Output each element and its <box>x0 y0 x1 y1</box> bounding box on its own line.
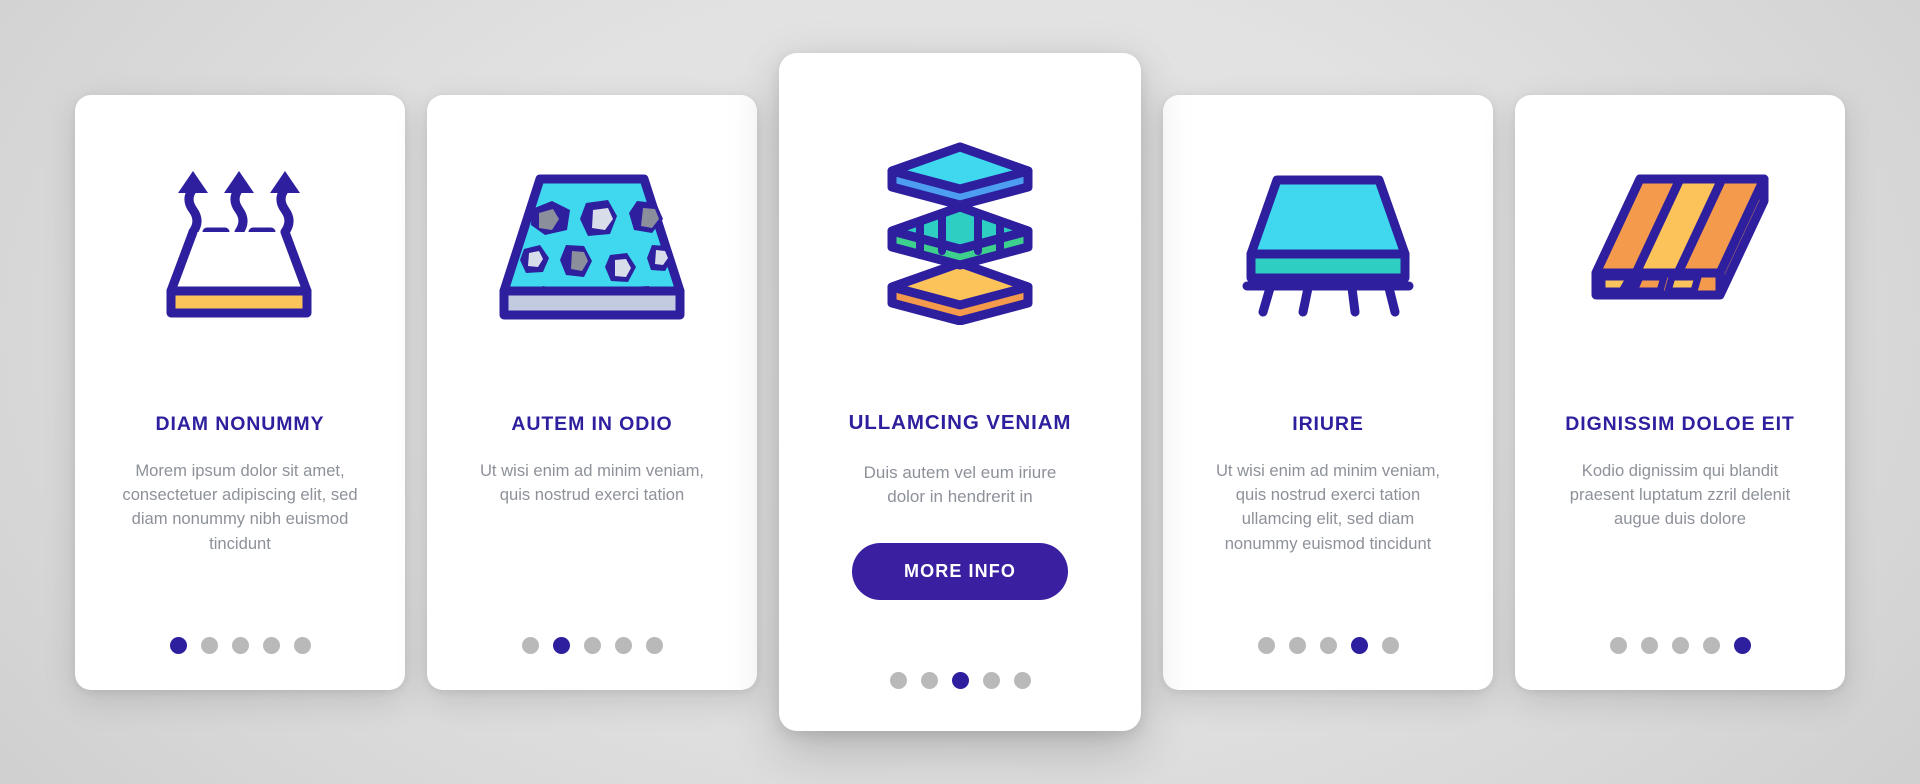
pagination-dot-2-active[interactable] <box>552 636 570 654</box>
card-body-text: Morem ipsum dolor sit amet, consectetuer… <box>122 460 358 553</box>
pagination-dot-3[interactable] <box>583 636 601 654</box>
terrazzo-slab-icon <box>499 174 685 319</box>
pagination-dot-5[interactable] <box>1381 636 1399 654</box>
pagination-dot-2[interactable] <box>1288 636 1306 654</box>
pagination-dot-1-active[interactable] <box>169 636 187 654</box>
card-body-text: Ut wisi enim ad minim veniam, quis nostr… <box>1215 460 1441 553</box>
card-title: ULLAMCING VENIAM <box>848 411 1072 434</box>
card-title: IRIURE <box>1292 412 1364 435</box>
pagination-dot-4-active[interactable] <box>1350 636 1368 654</box>
onboarding-card-1[interactable]: DIAM NONUMMY Morem ipsum dolor sit amet, … <box>75 94 405 690</box>
pagination-dot-1[interactable] <box>521 636 539 654</box>
pagination-dot-5[interactable] <box>293 636 311 654</box>
pagination-dot-3[interactable] <box>1319 636 1337 654</box>
onboarding-card-2[interactable]: AUTEM IN ODIO Ut wisi enim ad minim venia… <box>427 94 757 690</box>
more-info-button[interactable]: MORE INFO <box>852 543 1068 601</box>
layered-stack-icon <box>887 142 1033 325</box>
card-body-text: Ut wisi enim ad minim veniam, quis nostr… <box>479 460 705 505</box>
card-illustration-2 <box>427 151 757 341</box>
pagination-dots <box>1163 636 1493 654</box>
card-illustration-4 <box>1163 151 1493 341</box>
onboarding-card-3[interactable]: ULLAMCING VENIAM Duis autem vel eum iriur… <box>779 53 1141 731</box>
card-body-text: Kodio dignissim qui blandit praesent lup… <box>1569 460 1791 529</box>
pagination-dot-2[interactable] <box>1640 636 1658 654</box>
pagination-dot-1[interactable] <box>889 672 907 689</box>
pagination-dot-3[interactable] <box>1671 636 1689 654</box>
onboarding-card-carousel: DIAM NONUMMY Morem ipsum dolor sit amet, … <box>0 0 1920 784</box>
pagination-dot-2[interactable] <box>200 636 218 654</box>
pagination-dots <box>427 636 757 654</box>
pagination-dot-5[interactable] <box>1013 672 1031 689</box>
pagination-dots <box>75 636 405 654</box>
pagination-dot-1[interactable] <box>1257 636 1275 654</box>
pagination-dots <box>1515 636 1845 654</box>
card-illustration-1 <box>75 151 405 341</box>
onboarding-card-5[interactable]: DIGNISSIM DOLOE EIT Kodio dignissim qui b… <box>1515 94 1845 690</box>
card-title: DIAM NONUMMY <box>155 412 325 435</box>
card-body-text: Duis autem vel eum iriure dolor in hendr… <box>863 462 1057 507</box>
pagination-dot-4[interactable] <box>262 636 280 654</box>
card-title: AUTEM IN ODIO <box>511 412 673 435</box>
card-title: DIGNISSIM DOLOE EIT <box>1565 412 1795 435</box>
reinforced-slab-icon <box>1242 175 1414 316</box>
pagination-dot-4[interactable] <box>1702 636 1720 654</box>
pagination-dots <box>779 672 1141 689</box>
breathable-slab-icon <box>166 171 312 318</box>
pagination-dot-4[interactable] <box>982 672 1000 689</box>
wood-plank-floor-icon <box>1591 174 1769 299</box>
card-illustration-3 <box>779 115 1141 345</box>
pagination-dot-2[interactable] <box>920 672 938 689</box>
pagination-dot-3-active[interactable] <box>951 672 969 689</box>
pagination-dot-4[interactable] <box>614 636 632 654</box>
onboarding-card-4[interactable]: IRIURE Ut wisi enim ad minim veniam, quis… <box>1163 94 1493 690</box>
pagination-dot-1[interactable] <box>1609 636 1627 654</box>
card-illustration-5 <box>1515 151 1845 341</box>
pagination-dot-5-active[interactable] <box>1733 636 1751 654</box>
pagination-dot-5[interactable] <box>645 636 663 654</box>
pagination-dot-3[interactable] <box>231 636 249 654</box>
